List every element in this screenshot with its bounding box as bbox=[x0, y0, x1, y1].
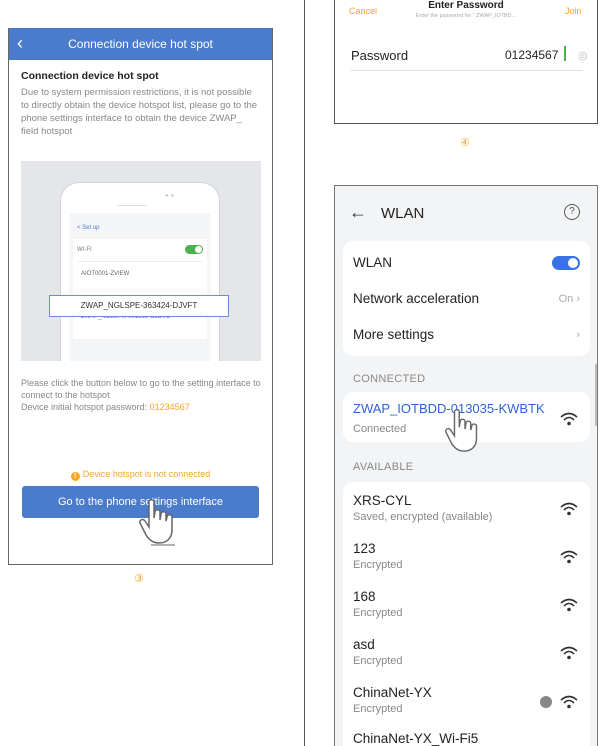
network-status: Saved, encrypted (available) bbox=[353, 511, 493, 523]
wlan-settings-screen: ← WLAN ? WLAN Network acceleration On › … bbox=[334, 185, 598, 746]
password-input[interactable]: 01234567 bbox=[505, 48, 558, 62]
speaker-line bbox=[117, 205, 147, 206]
acceleration-value: On › bbox=[558, 293, 580, 305]
password-label: Password bbox=[351, 48, 409, 63]
network-status: Encrypted bbox=[353, 703, 403, 715]
network-name[interactable]: 168 bbox=[353, 589, 376, 604]
available-networks-card: XRS-CYL Saved, encrypted (available) 123… bbox=[343, 482, 590, 746]
permission-description: Due to system permission restrictions, i… bbox=[21, 87, 258, 137]
warning-icon: ! bbox=[70, 472, 80, 481]
camera-dots: ●● bbox=[165, 193, 177, 199]
join-button[interactable]: Join bbox=[565, 6, 582, 16]
dialog-subtitle: Enter the password for " ZWAP_IOTBD... bbox=[415, 13, 517, 19]
connected-section-header: CONNECTED bbox=[353, 373, 426, 385]
network-name[interactable]: ChinaNet-YX_Wi-Fi5 bbox=[353, 731, 478, 746]
wlan-page-title: WLAN bbox=[381, 205, 425, 222]
network-name[interactable]: ChinaNet-YX bbox=[353, 685, 432, 700]
shield-icon bbox=[540, 696, 552, 708]
section-heading: Connection device hot spot bbox=[21, 70, 159, 82]
network-name[interactable]: asd bbox=[353, 637, 375, 652]
phone-mockup: ●● < Set up WI-FI AIOT0001-ZVIEW ZWAP_NG… bbox=[61, 183, 219, 361]
wlan-toggle[interactable] bbox=[552, 256, 580, 270]
enter-password-dialog: Cancel Enter Password Enter the password… bbox=[334, 0, 598, 124]
network-status: Encrypted bbox=[353, 655, 403, 667]
mockup-wifi-toggle bbox=[185, 245, 203, 254]
highlighted-hotspot: ZWAP_NGLSPE-363424-DJVFT bbox=[49, 295, 229, 317]
hand-pointer-icon bbox=[445, 409, 478, 452]
status-warning-text: Device hotspot is not connected bbox=[82, 469, 211, 479]
wifi-signal-icon bbox=[560, 502, 578, 516]
wifi-signal-icon bbox=[560, 550, 578, 564]
mockup-wifi-label: WI-FI bbox=[77, 247, 92, 253]
wlan-settings-card: WLAN Network acceleration On › More sett… bbox=[343, 241, 590, 356]
network-status: Encrypted bbox=[353, 607, 403, 619]
hotspot-guide-screen: ‹ Connection device hot spot Connection … bbox=[8, 28, 273, 565]
column-divider bbox=[304, 0, 305, 746]
instruction-line: Please click the button below to go to t… bbox=[21, 378, 261, 400]
app-header: ‹ Connection device hot spot bbox=[9, 28, 272, 60]
network-status: Encrypted bbox=[353, 559, 403, 571]
network-name[interactable]: 123 bbox=[353, 541, 376, 556]
eye-icon[interactable]: ◎ bbox=[578, 49, 588, 62]
wifi-signal-icon bbox=[560, 695, 578, 709]
wifi-signal-icon bbox=[560, 598, 578, 612]
network-name[interactable]: XRS-CYL bbox=[353, 493, 412, 508]
step-3-marker: ③ bbox=[134, 573, 144, 585]
hand-pointer-icon bbox=[139, 499, 175, 546]
wlan-label: WLAN bbox=[353, 255, 393, 270]
mockup-network-1: AIOT0001-ZVIEW bbox=[81, 271, 130, 277]
mockup-card bbox=[73, 239, 207, 339]
mockup-screen: < Set up WI-FI AIOT0001-ZVIEW ZWAP_NGLSP… bbox=[69, 213, 211, 361]
instruction-text: Please click the button below to go to t… bbox=[21, 377, 266, 413]
step-4-marker: ④ bbox=[460, 137, 470, 149]
available-section-header: AVAILABLE bbox=[353, 461, 414, 473]
chevron-right-icon: › bbox=[576, 293, 580, 305]
dialog-title: Enter Password bbox=[428, 0, 504, 11]
back-arrow-icon[interactable]: ← bbox=[349, 202, 367, 223]
wifi-signal-icon bbox=[560, 646, 578, 660]
more-settings-row[interactable]: More settings bbox=[353, 327, 434, 342]
connected-status: Connected bbox=[353, 423, 407, 435]
initial-password: 01234567 bbox=[149, 402, 190, 412]
help-icon[interactable]: ? bbox=[564, 204, 580, 220]
mockup-setup-label: < Set up bbox=[77, 225, 100, 231]
mockup-divider bbox=[77, 261, 203, 262]
chevron-right-icon: › bbox=[576, 329, 580, 341]
network-acceleration-row[interactable]: Network acceleration bbox=[353, 291, 479, 306]
text-cursor bbox=[564, 46, 566, 61]
connection-status: ! Device hotspot is not connected bbox=[9, 469, 272, 481]
settings-illustration: ●● < Set up WI-FI AIOT0001-ZVIEW ZWAP_NG… bbox=[21, 161, 261, 361]
page-title: Connection device hot spot bbox=[68, 37, 213, 51]
scrollbar[interactable] bbox=[595, 364, 597, 426]
field-underline bbox=[351, 70, 583, 71]
wifi-signal-icon bbox=[560, 412, 578, 426]
password-prefix: Device initial hotspot password: bbox=[21, 402, 150, 412]
